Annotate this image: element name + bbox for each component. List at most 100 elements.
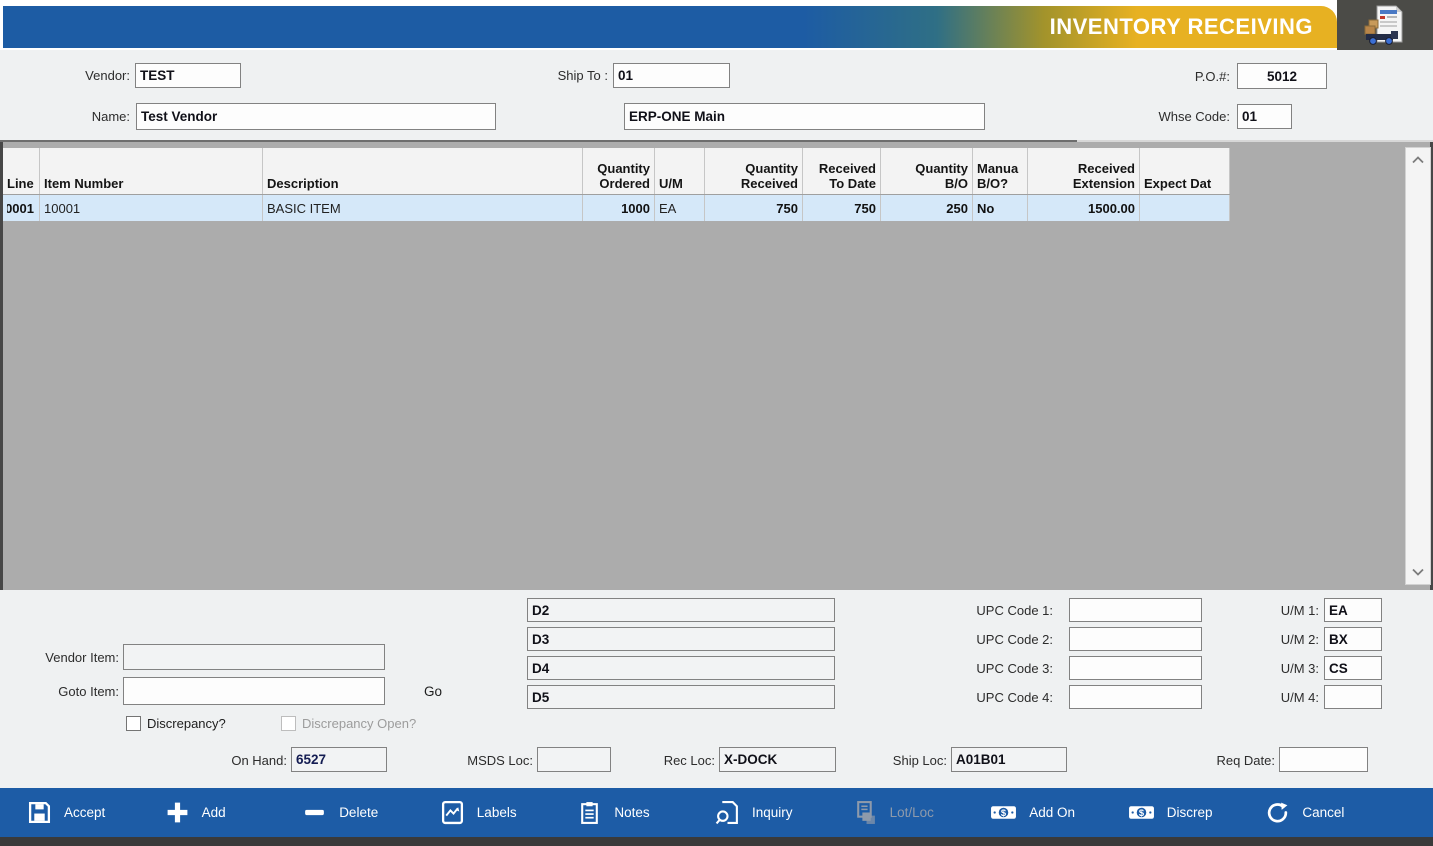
description-2-input[interactable]: D2 [527,598,835,622]
upc-code-3-input[interactable] [1069,656,1202,680]
upc-code-4-input[interactable] [1069,685,1202,709]
inquiry-button[interactable]: Inquiry [715,800,853,825]
goto-item-input[interactable] [123,677,385,705]
cancel-refresh-icon [1265,800,1290,825]
window-bottom-border [0,837,1433,846]
req-date-input[interactable] [1279,747,1368,772]
upc-code-1-input[interactable] [1069,598,1202,622]
minus-icon [302,800,327,825]
money-icon: $ [1128,800,1155,825]
um-2-input[interactable]: BX [1324,627,1382,651]
line-items-grid: Line Item Number Description QuantityOrd… [0,142,1433,590]
accept-button[interactable]: Accept [27,800,165,825]
rec-loc-input[interactable]: X-DOCK [719,747,836,772]
vendor-item-input[interactable] [123,644,385,670]
labels-button[interactable]: Labels [440,800,578,825]
um-3-input[interactable]: CS [1324,656,1382,680]
grid-header-row: Line Item Number Description QuantityOrd… [3,148,1230,195]
inventory-receiving-window: INVENTORY RECEIVING Vendor: TEST Ship To… [0,0,1433,846]
vendor-input[interactable]: TEST [135,63,241,88]
um-4-label: U/M 4: [1259,685,1319,710]
ship-loc-label: Ship Loc: [867,748,947,773]
bottom-toolbar: Accept Add Delete Labels [0,788,1433,837]
col-header-quantity-bo[interactable]: QuantityB/O [881,148,973,194]
upc-code-3-label: UPC Code 3: [953,656,1053,681]
vendor-item-label: Vendor Item: [29,645,119,670]
col-header-expect-date[interactable]: Expect Dat [1140,148,1230,194]
plus-icon [165,800,190,825]
um-1-label: U/M 1: [1259,598,1319,623]
go-button[interactable]: Go [424,684,442,699]
msds-loc-label: MSDS Loc: [453,748,533,773]
ship-to-input[interactable]: 01 [613,63,730,88]
discrepancy-checkbox-label: Discrepancy? [147,716,226,732]
goto-item-label: Goto Item: [29,679,119,704]
discrep-button[interactable]: $ Discrep [1128,800,1266,825]
grid-vertical-scrollbar[interactable] [1405,147,1431,585]
money-icon: $ [990,800,1017,825]
cell-description: BASIC ITEM [263,195,583,221]
col-header-item-number[interactable]: Item Number [40,148,263,194]
col-header-description[interactable]: Description [263,148,583,194]
col-header-manual-bo[interactable]: ManuaB/O? [973,148,1028,194]
cell-expect-date [1140,195,1230,221]
add-on-button[interactable]: $ Add On [990,800,1128,825]
col-header-received-to-date[interactable]: ReceivedTo Date [803,148,881,194]
notes-clipboard-icon [577,800,602,825]
notes-button[interactable]: Notes [577,800,715,825]
scroll-down-arrow[interactable] [1406,562,1430,582]
upc-code-1-label: UPC Code 1: [953,598,1053,623]
receiving-document-truck-icon [1363,3,1407,47]
add-button[interactable]: Add [165,800,303,825]
lot-loc-button: Lot/Loc [853,800,991,825]
cell-quantity-received: 750 [705,195,803,221]
col-header-received-extension[interactable]: ReceivedExtension [1028,148,1140,194]
cancel-button[interactable]: Cancel [1265,800,1403,825]
vendor-label: Vendor: [40,63,130,88]
cell-received-to-date: 750 [803,195,881,221]
description-3-input[interactable]: D3 [527,627,835,651]
lot-loc-boxes-icon [853,800,878,825]
um-1-input[interactable]: EA [1324,598,1382,622]
grid-row-selected[interactable]: 0001 10001 BASIC ITEM 1000 EA 750 750 25… [3,195,1230,221]
whse-code-input[interactable]: 01 [1237,104,1292,129]
description-5-input[interactable]: D5 [527,685,835,709]
po-number-input[interactable]: 5012 [1237,63,1327,89]
ship-to-label: Ship To : [520,63,608,88]
whse-code-label: Whse Code: [1130,104,1230,129]
col-header-um[interactable]: U/M [655,148,705,194]
col-header-line[interactable]: Line [3,148,40,194]
title-corner [1337,0,1433,50]
req-date-label: Req Date: [1195,748,1275,773]
on-hand-label: On Hand: [207,748,287,773]
labels-chart-icon [440,800,465,825]
cell-um: EA [655,195,705,221]
inquiry-search-icon [715,800,740,825]
cell-item-number: 10001 [40,195,263,221]
delete-button[interactable]: Delete [302,800,440,825]
um-2-label: U/M 2: [1259,627,1319,652]
ship-to-name-input[interactable]: ERP-ONE Main [624,103,985,130]
save-icon [27,800,52,825]
ship-loc-input[interactable]: A01B01 [951,747,1067,772]
rec-loc-label: Rec Loc: [645,748,715,773]
vendor-name-input[interactable]: Test Vendor [136,103,496,130]
discrepancy-open-checkbox-label: Discrepancy Open? [302,716,416,732]
cell-quantity-bo: 250 [881,195,973,221]
upc-code-4-label: UPC Code 4: [953,685,1053,710]
scroll-up-arrow[interactable] [1406,150,1430,170]
svg-text:$: $ [1001,808,1007,818]
cell-manual-bo: No [973,195,1028,221]
col-header-quantity-ordered[interactable]: QuantityOrdered [583,148,655,194]
name-label: Name: [60,104,130,129]
col-header-quantity-received[interactable]: QuantityReceived [705,148,803,194]
cell-received-extension: 1500.00 [1028,195,1140,221]
upc-code-2-input[interactable] [1069,627,1202,651]
cell-quantity-ordered: 1000 [583,195,655,221]
description-4-input[interactable]: D4 [527,656,835,680]
title-banner: INVENTORY RECEIVING [3,6,1337,48]
discrepancy-open-checkbox [281,716,296,731]
um-4-input[interactable] [1324,685,1382,709]
msds-loc-input[interactable] [537,747,611,772]
discrepancy-checkbox[interactable] [126,716,141,731]
